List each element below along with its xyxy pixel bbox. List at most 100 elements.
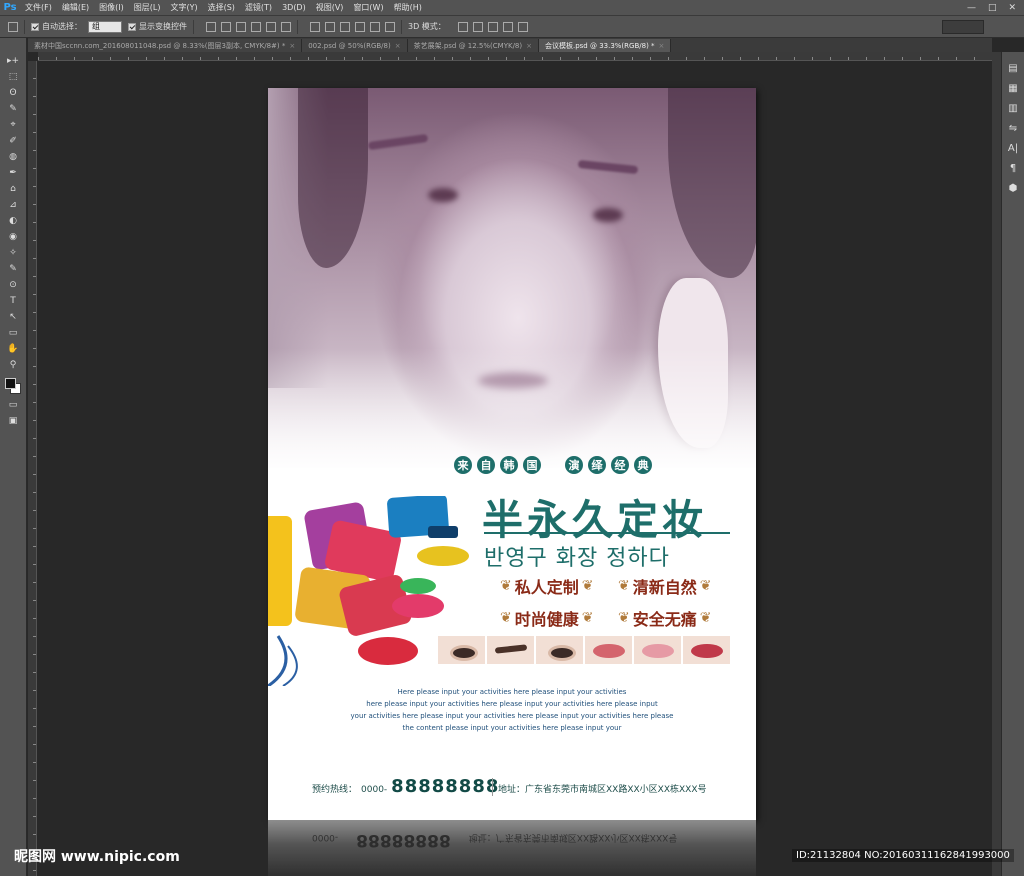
menu-window[interactable]: 窗口(W) [348, 2, 388, 13]
hotline-number: 88888888 [391, 776, 500, 797]
3d-roll-icon[interactable] [472, 21, 483, 32]
menu-file[interactable]: 文件(F) [20, 2, 57, 13]
eyedropper-tool-icon[interactable]: ✐ [7, 136, 19, 146]
pen-tool-icon[interactable]: ⊙ [7, 280, 19, 290]
menu-select[interactable]: 选择(S) [203, 2, 240, 13]
3d-drag-icon[interactable] [487, 21, 498, 32]
dodge-tool-icon[interactable]: ✎ [7, 264, 19, 274]
show-transform-label: 显示变换控件 [139, 22, 187, 31]
type-tool-icon[interactable]: T [7, 296, 19, 306]
eraser-tool-icon[interactable]: ◐ [7, 216, 19, 226]
distribute-center-icon[interactable] [370, 21, 380, 32]
canvas-area[interactable]: 来 自 韩 国 演 绎 经 典 半永久定妆 반영구 화장 정하다 ❦ 私人定制 … [38, 62, 992, 876]
distribute-top-icon[interactable] [310, 21, 320, 32]
tab-document-2[interactable]: 002.psd @ 50%(RGB/8) × [302, 39, 408, 52]
lip-thumbnail [585, 636, 632, 664]
brush-tool-icon[interactable]: ✒ [7, 168, 19, 178]
move-tool-icon[interactable] [8, 21, 18, 32]
menu-image[interactable]: 图像(I) [94, 2, 129, 13]
vertical-ruler[interactable] [28, 61, 37, 876]
zoom-tool-icon[interactable]: ⚲ [7, 360, 19, 370]
menu-3d[interactable]: 3D(D) [277, 3, 311, 12]
align-center-icon[interactable] [266, 21, 276, 32]
align-top-icon[interactable] [206, 21, 216, 32]
tagline-gap [546, 456, 560, 474]
laurel-left-icon: ❦ [500, 610, 512, 626]
menu-edit[interactable]: 编辑(E) [57, 2, 94, 13]
tagline-char: 绎 [588, 456, 606, 474]
healing-brush-tool-icon[interactable]: ◍ [7, 152, 19, 162]
blur-tool-icon[interactable]: ✧ [7, 248, 19, 258]
align-bottom-icon[interactable] [236, 21, 246, 32]
paragraph-panel-icon[interactable]: ¶ [1010, 164, 1016, 174]
maximize-icon[interactable]: □ [988, 3, 997, 13]
minimize-icon[interactable]: — [967, 3, 976, 13]
title-underline [484, 532, 730, 534]
distribute-middle-icon[interactable] [325, 21, 335, 32]
poster-document[interactable]: 来 自 韩 国 演 绎 经 典 半永久定妆 반영구 화장 정하다 ❦ 私人定制 … [268, 88, 756, 820]
shape-tool-icon[interactable]: ▭ [7, 328, 19, 338]
lasso-tool-icon[interactable]: ʘ [7, 88, 19, 98]
close-icon[interactable]: × [526, 42, 532, 50]
crop-tool-icon[interactable]: ⌖ [7, 120, 19, 130]
divider [297, 19, 298, 34]
3d-slide-icon[interactable] [502, 21, 513, 32]
move-tool-icon[interactable]: ▸+ [7, 56, 19, 66]
3d-panel-icon[interactable]: ⬢ [1009, 184, 1018, 194]
laurel-left-icon: ❦ [618, 610, 630, 626]
tab-document-4[interactable]: 会议模板.psd @ 33.3%(RGB/8) * × [538, 39, 672, 52]
laurel-left-icon: ❦ [618, 578, 630, 594]
body-copy: Here please input your activities here p… [268, 686, 756, 734]
quick-select-tool-icon[interactable]: ✎ [7, 104, 19, 114]
quick-mask-icon[interactable]: ▭ [7, 400, 19, 410]
menu-help[interactable]: 帮助(H) [389, 2, 427, 13]
3d-scale-icon[interactable] [517, 21, 528, 32]
close-icon[interactable]: × [395, 42, 401, 50]
character-panel-icon[interactable]: A| [1008, 144, 1018, 154]
foreground-color-swatch[interactable] [5, 378, 16, 389]
align-left-icon[interactable] [251, 21, 261, 32]
menu-layer[interactable]: 图层(L) [129, 2, 166, 13]
brush-panel-icon[interactable]: ▥ [1008, 104, 1017, 114]
auto-select-label: 自动选择： [42, 22, 82, 31]
color-swatches[interactable] [5, 378, 21, 394]
close-icon[interactable]: × [289, 42, 295, 50]
tab-document-1[interactable]: 素材中国sccnn.com_201608011048.psd @ 8.33%(图… [28, 39, 303, 52]
auto-select-dropdown[interactable]: 组 [88, 20, 122, 33]
tab-document-3[interactable]: 茶艺展架.psd @ 12.5%(CMYK/8) × [407, 39, 539, 52]
vertical-scrollbar[interactable] [992, 52, 1001, 876]
horizontal-ruler[interactable] [38, 52, 992, 61]
menu-type[interactable]: 文字(Y) [165, 2, 202, 13]
close-icon[interactable]: ✕ [1008, 3, 1016, 13]
distribute-right-icon[interactable] [385, 21, 395, 32]
tab-label: 茶艺展架.psd @ 12.5%(CMYK/8) [413, 41, 523, 50]
hand-tool-icon[interactable]: ✋ [7, 344, 19, 354]
stamp-tool-icon[interactable]: ⌂ [7, 184, 19, 194]
screen-mode-icon[interactable]: ▣ [7, 416, 19, 426]
lip-thumbnail [683, 636, 730, 664]
distribute-left-icon[interactable] [355, 21, 365, 32]
auto-select-checkbox[interactable]: 自动选择： [31, 21, 82, 32]
distribute-bottom-icon[interactable] [340, 21, 350, 32]
menu-filter[interactable]: 滤镜(T) [240, 2, 277, 13]
align-right-icon[interactable] [281, 21, 291, 32]
adjust-panel-icon[interactable]: ⇋ [1009, 124, 1017, 134]
workspace-selector[interactable] [942, 19, 984, 34]
marquee-tool-icon[interactable]: ⬚ [7, 72, 19, 82]
history-brush-tool-icon[interactable]: ⊿ [7, 200, 19, 210]
feature-item: ❦ 私人定制 ❦ [500, 574, 612, 598]
path-select-tool-icon[interactable]: ↖ [7, 312, 19, 322]
align-middle-icon[interactable] [221, 21, 231, 32]
reflection-address: 地址：广东省东莞市南城区XX路XX小区XX栋XXX号 [468, 832, 678, 842]
actions-panel-icon[interactable]: ▦ [1008, 84, 1017, 94]
menu-view[interactable]: 视图(V) [311, 2, 349, 13]
image-id-watermark: ID:21132804 NO:20160311162841993000 [792, 849, 1014, 862]
close-icon[interactable]: × [659, 42, 665, 50]
3d-rotate-icon[interactable] [457, 21, 468, 32]
history-panel-icon[interactable]: ▤ [1008, 64, 1017, 74]
eye-shape [593, 208, 623, 222]
divider [492, 778, 493, 796]
tagline-char: 韩 [500, 456, 518, 474]
show-transform-checkbox[interactable]: 显示变换控件 [128, 21, 187, 32]
paint-bucket-tool-icon[interactable]: ◉ [7, 232, 19, 242]
